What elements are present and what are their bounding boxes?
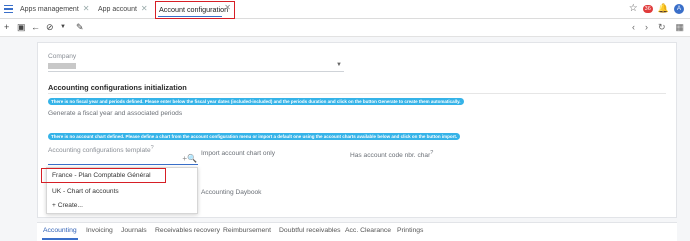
close-icon[interactable]: ✕ [83, 4, 90, 13]
tab-reimbursement[interactable]: Reimbursement [223, 227, 271, 234]
tab-journals[interactable]: Journals [121, 227, 147, 234]
magic-wand-icon[interactable]: ✎ [76, 22, 84, 33]
option-uk[interactable]: UK - Chart of accounts [52, 188, 119, 195]
chevron-down-icon[interactable]: ▼ [336, 62, 342, 68]
tab-account-configuration[interactable]: Account configuration ✕ [155, 1, 235, 19]
bell-icon[interactable]: 🔔 [658, 3, 669, 14]
notification-badge[interactable]: 36 [642, 4, 653, 13]
menu-icon[interactable] [4, 5, 13, 13]
active-tab-indicator [158, 15, 222, 17]
tab-accounting[interactable]: Accounting [43, 227, 77, 234]
import-chart-label: Import account chart only [201, 150, 276, 157]
attachment-icon[interactable]: ⊘ [46, 22, 54, 33]
generate-fiscal-year-label: Generate a fiscal year and associated pe… [48, 110, 183, 117]
refresh-icon[interactable]: ↻ [658, 22, 666, 33]
template-label-text: Accounting configurations template [48, 147, 151, 155]
company-value-redacted [48, 63, 76, 69]
template-select[interactable]: +🔍 [48, 154, 198, 165]
daybook-label: Accounting Daybook [201, 189, 262, 196]
add-search-icons[interactable]: +🔍 [182, 154, 197, 163]
top-tab-bar: Apps management ✕ App account ✕ Account co… [0, 0, 690, 19]
close-icon[interactable]: ✕ [141, 4, 148, 13]
grid-icon[interactable]: ▦ [675, 22, 684, 33]
add-icon[interactable]: + [4, 22, 9, 32]
chevron-down-icon[interactable]: ▼ [60, 24, 66, 30]
help-icon[interactable]: ? [151, 145, 154, 151]
account-code-label-text: Has account code nbr. char [350, 152, 431, 160]
close-icon[interactable]: ✕ [224, 3, 231, 12]
active-tab-indicator [42, 238, 78, 240]
save-icon[interactable]: ▣ [17, 22, 26, 33]
toolbar: + ▣ ← ⊘ ▼ ✎ ‹ › ↻ ▦ [0, 19, 690, 37]
tab-receivables-recovery[interactable]: Receivables recovery [155, 227, 220, 234]
info-fiscal-year: There is no fiscal year and periods defi… [48, 98, 464, 105]
create-label: Create... [57, 202, 83, 209]
tab-label: App account [98, 6, 137, 13]
bottom-tab-bar: Accounting Invoicing Journals Receivable… [37, 222, 677, 241]
star-icon[interactable]: ☆ [629, 3, 638, 14]
company-select[interactable]: ▼ [48, 61, 344, 72]
account-code-label: Has account code nbr. char? [350, 150, 433, 159]
next-icon[interactable]: › [645, 22, 648, 33]
tab-label: Apps management [20, 6, 79, 13]
tab-apps-management[interactable]: Apps management ✕ [20, 4, 89, 13]
company-label: Company [48, 53, 77, 60]
divider [48, 93, 666, 94]
tab-app-account[interactable]: App account ✕ [98, 4, 148, 13]
back-icon[interactable]: ← [31, 22, 40, 32]
option-create[interactable]: + Create... [52, 202, 83, 209]
template-label: Accounting configurations template? [48, 145, 154, 154]
tab-acc-clearance[interactable]: Acc. Clearance [345, 227, 391, 234]
avatar[interactable]: A [674, 3, 684, 14]
tab-invoicing[interactable]: Invoicing [86, 227, 113, 234]
info-account-chart: There is no account chart defined. Pleas… [48, 133, 461, 140]
highlight-box [41, 168, 166, 183]
tab-doubtful-receivables[interactable]: Doubtful receivables [279, 227, 341, 234]
tab-label: Account configuration [159, 5, 229, 14]
previous-icon[interactable]: ‹ [632, 22, 635, 33]
tab-printings[interactable]: Printings [397, 227, 423, 234]
help-icon[interactable]: ? [430, 150, 433, 156]
section-title: Accounting configurations initialization [48, 83, 187, 92]
